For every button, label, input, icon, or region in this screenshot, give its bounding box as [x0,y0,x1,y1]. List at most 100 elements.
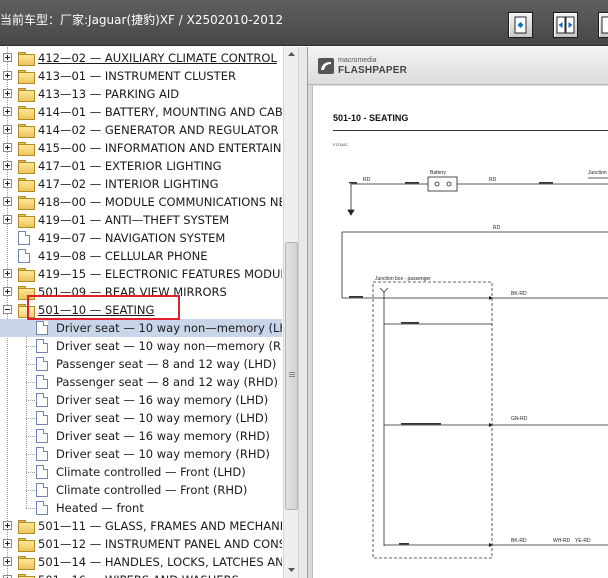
expand-icon[interactable] [3,53,12,62]
tree-item-label: Passenger seat — 8 and 12 way (RHD) [56,375,278,389]
tree-section-item[interactable]: 419—01 — ANTI—THEFT SYSTEM [0,211,282,229]
tree-section-item[interactable]: 415—00 — INFORMATION AND ENTERTAINMENT [0,139,282,157]
scroll-down-arrow-icon[interactable] [285,563,298,576]
document-icon [36,339,48,353]
tree-scrollbar-thumb[interactable] [285,242,298,510]
tree-section-item[interactable]: 501—12 — INSTRUMENT PANEL AND CONSOLE [0,535,282,553]
folder-icon [18,520,35,534]
tree-item-label: 414—02 — GENERATOR AND REGULATOR [38,123,279,137]
fit-page-button[interactable] [598,12,608,38]
expand-icon[interactable] [3,269,12,278]
tree-item-label: 412—02 — AUXILIARY CLIMATE CONTROL [38,51,277,65]
tree-child-item[interactable]: Driver seat — 10 way non—memory (RHD) [0,337,282,355]
collapse-icon[interactable] [3,305,12,314]
document-icon [36,393,48,407]
tree-section-item[interactable]: 414—02 — GENERATOR AND REGULATOR [0,121,282,139]
junction-label-top: Junction [588,170,607,176]
tree-item-label: 417—02 — INTERIOR LIGHTING [38,177,219,191]
tree-section-item[interactable]: 418—00 — MODULE COMMUNICATIONS NETWORK [0,193,282,211]
tree-item-label: Driver seat — 10 way non—memory (RHD) [56,339,282,353]
folder-icon [18,52,35,66]
tree-section-item[interactable]: 501—14 — HANDLES, LOCKS, LATCHES AND ENT… [0,553,282,571]
expand-icon[interactable] [3,125,12,134]
expand-icon[interactable] [3,539,12,548]
switch-label: Battery [430,170,446,176]
tree-child-item[interactable]: Passenger seat — 8 and 12 way (LHD) [0,355,282,373]
tree-child-item[interactable]: Driver seat — 16 way memory (RHD) [0,427,282,445]
tree-child-item[interactable]: Climate controlled — Front (RHD) [0,481,282,499]
expand-icon[interactable] [3,197,12,206]
tree-child-item[interactable]: Climate controlled — Front (LHD) [0,463,282,481]
tree-scrollbar[interactable] [283,47,298,578]
tree-child-item[interactable]: Heated — front [0,499,282,517]
tree-item-label: 418—00 — MODULE COMMUNICATIONS NETWORK [38,195,282,209]
expand-icon[interactable] [3,521,12,530]
tree-section-item[interactable]: 501—11 — GLASS, FRAMES AND MECHANISMS [0,517,282,535]
document-icon [36,447,48,461]
tree-section-item[interactable]: 417—02 — INTERIOR LIGHTING [0,175,282,193]
tree-child-item[interactable]: Driver seat — 10 way memory (RHD) [0,445,282,463]
tree-item-label: 501—14 — HANDLES, LOCKS, LATCHES AND ENT… [38,555,282,569]
connector-pins [349,182,553,545]
single-page-view-icon [514,16,527,34]
wire-label-1: RD [489,177,497,183]
expand-icon[interactable] [3,71,12,80]
scroll-up-arrow-icon[interactable] [285,48,298,61]
folder-icon [18,160,35,174]
tree-child-item[interactable]: Driver seat — 10 way memory (LHD) [0,409,282,427]
top-circuit [347,176,608,216]
expand-icon[interactable] [3,179,12,188]
tree-child-item[interactable]: Driver seat — 10 way non—memory (LHD) [0,319,282,337]
folder-icon [18,574,35,578]
folder-icon [18,556,35,570]
brand-line-2: FLASHPAPER [338,65,408,76]
expand-icon[interactable] [3,161,12,170]
tree-item-label: 419—07 — NAVIGATION SYSTEM [38,231,226,245]
expand-icon[interactable] [3,89,12,98]
folder-icon [18,106,35,120]
tree-child-item[interactable]: Passenger seat — 8 and 12 way (RHD) [0,373,282,391]
pane-splitter[interactable] [298,47,308,578]
document-icon [36,483,48,497]
tree-section-item[interactable]: 412—02 — AUXILIARY CLIMATE CONTROL [0,49,282,67]
tree-item-label: 501—16 — WIPERS AND WASHERS [38,571,239,578]
junction-box-label: Junction box - passenger [375,276,431,282]
tree-section-item[interactable]: 413—13 — PARKING AID [0,85,282,103]
tree-section-item[interactable]: 413—01 — INSTRUMENT CLUSTER [0,67,282,85]
expand-icon[interactable] [3,287,12,296]
tree-item-label: 413—13 — PARKING AID [38,87,180,101]
tree-item-label: Passenger seat — 8 and 12 way (LHD) [56,357,277,371]
tree-item-label: Climate controlled — Front (LHD) [56,465,246,479]
wire-label-3: RD [493,225,501,231]
document-icon [36,357,48,371]
wire-label-6: WH-RD [553,538,571,544]
highlight-box-seating [27,295,180,320]
tree-section-item[interactable]: 417—01 — EXTERIOR LIGHTING [0,157,282,175]
document-viewer[interactable]: macromedia FLASHPAPER 501-10 - SEATING E… [308,47,608,578]
brand-line-1: macromedia [338,57,377,64]
tree-section-item[interactable]: 419—08 — CELLULAR PHONE [0,247,282,265]
document-icon [36,411,48,425]
tree-item-label: Heated — front [56,501,144,515]
expand-icon[interactable] [3,557,12,566]
expand-icon[interactable] [3,107,12,116]
single-page-view-button[interactable] [508,12,533,38]
document-icon [36,465,48,479]
folder-icon [18,88,35,102]
expand-icon[interactable] [3,215,12,224]
document-icon [36,321,48,335]
tree-item-label: Climate controlled — Front (RHD) [56,483,248,497]
folder-icon [18,124,35,138]
tree-section-item[interactable]: 419—07 — NAVIGATION SYSTEM [0,229,282,247]
tree-child-item[interactable]: Driver seat — 16 way memory (LHD) [0,391,282,409]
tree-item-label: Driver seat — 16 way memory (LHD) [56,393,269,407]
tree-section-item[interactable]: 501—16 — WIPERS AND WASHERS [0,571,282,578]
tree-item-label: 414—01 — BATTERY, MOUNTING AND CABLES [38,105,282,119]
two-page-view-button[interactable] [553,12,578,38]
tree-section-item[interactable]: 414—01 — BATTERY, MOUNTING AND CABLES [0,103,282,121]
tree-section-item[interactable]: 419—15 — ELECTRONIC FEATURES MODULE [0,265,282,283]
expand-icon[interactable] [3,143,12,152]
tree-item-label: 419—01 — ANTI—THEFT SYSTEM [38,213,230,227]
tree-item-label: 415—00 — INFORMATION AND ENTERTAINMENT [38,141,282,155]
wire-label-2: BK-RD [511,291,527,297]
